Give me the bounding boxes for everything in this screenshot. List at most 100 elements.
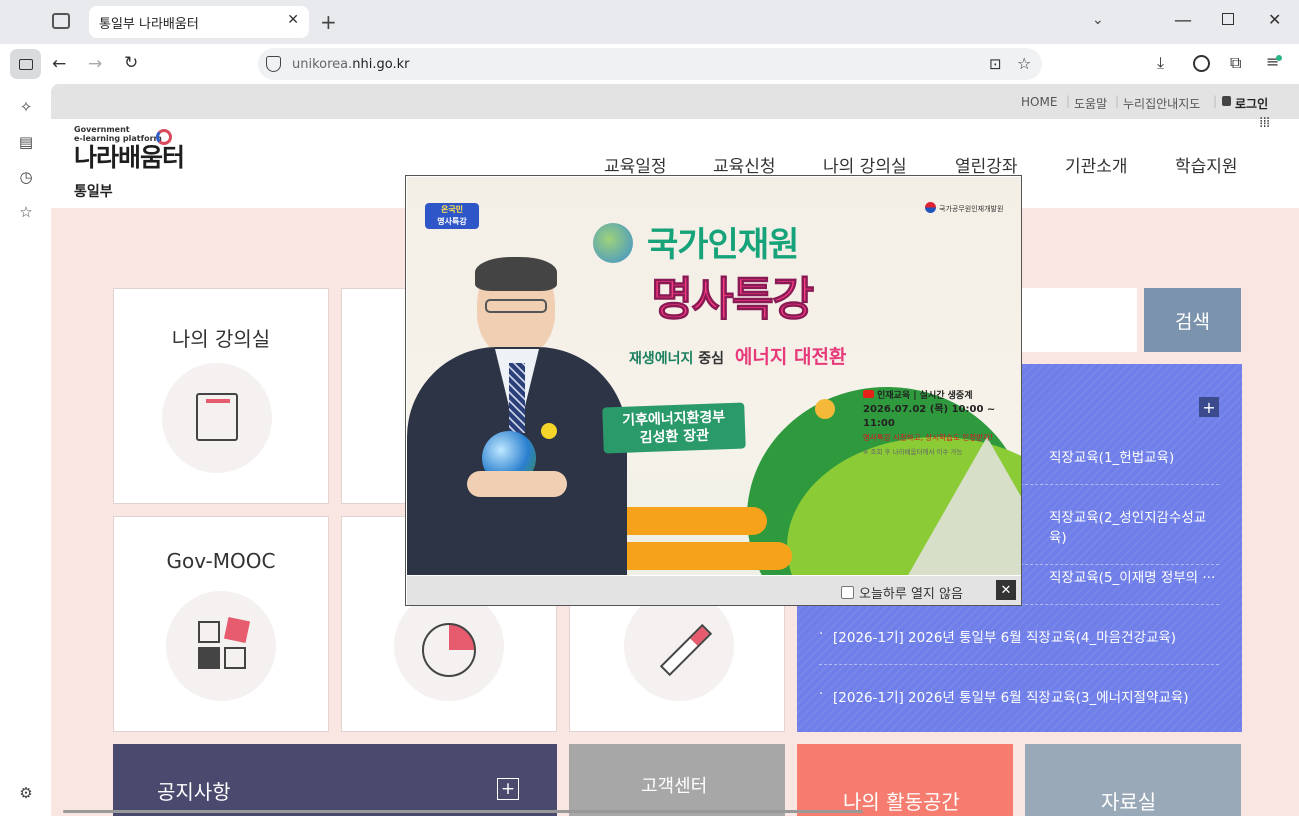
logo-name: 나라배움터 <box>74 143 185 172</box>
tab-search-icon[interactable] <box>52 13 70 29</box>
mooc-blocks-icon <box>198 616 251 673</box>
gnb-item[interactable]: 학습지원 <box>1175 152 1238 177</box>
youtube-icon <box>863 390 874 398</box>
extensions-icon[interactable]: ⧉ <box>1230 53 1241 73</box>
search-button[interactable]: 검색 <box>1144 288 1241 352</box>
reload-icon[interactable]: ↻ <box>124 53 138 73</box>
list-item[interactable]: · [2026-1기] 2026년 통일부 6월 직장교육(3_에너지절약교육) <box>819 686 1219 724</box>
minimize-icon[interactable]: — <box>1174 10 1192 31</box>
notice-text: 직장교육(5_이재명 정부의 ··· <box>1049 570 1216 586</box>
gnb-item[interactable]: 기관소개 <box>1065 152 1128 177</box>
subtitle-b: 중심 <box>698 351 725 367</box>
lock-icon <box>1222 96 1231 106</box>
live-info: 인재교육 | 실시간 생중계 2026.07.02 (목) 10:00 ~ 11… <box>863 389 1021 459</box>
account-icon[interactable] <box>1193 55 1210 72</box>
badge: 온국민 명사특강 <box>425 203 479 229</box>
card-my-classroom[interactable]: 나의 강의실 <box>113 288 329 504</box>
activity-tile[interactable]: 나의 활동공간 <box>797 744 1013 816</box>
list-item[interactable]: · [2026-1기] 2026년 통일부 6월 직장교육(4_마음건강교육) <box>819 626 1219 665</box>
pie-chart-icon <box>422 623 476 677</box>
gnb-item[interactable]: 나의 강의실 <box>823 152 907 177</box>
address-bar[interactable]: unikorea. nhi.go.kr ⊡ ☆ <box>258 48 1042 80</box>
popup-banner-image[interactable]: 온국민 명사특강 국가공무원인재개발원 국가인재원 명사특강 재생에너지 중심 … <box>407 177 1021 575</box>
card-gov-mooc[interactable]: Gov-MOOC <box>113 516 329 732</box>
window-close-icon[interactable]: ✕ <box>1268 10 1281 29</box>
notice-text: [2026-1기] 2026년 통일부 6월 직장교육(4_마음건강교육) <box>833 630 1177 646</box>
sidebar-toggle-icon[interactable] <box>10 49 41 79</box>
divider: | <box>1115 94 1120 108</box>
card-title: 나의 강의실 <box>171 327 271 351</box>
home-link[interactable]: HOME <box>1021 95 1057 109</box>
notice-text: [2026-1기] 2026년 통일부 6월 직장교육(3_에너지절약교육) <box>833 690 1189 706</box>
subtitle-c: 에너지 대전환 <box>734 346 847 368</box>
browser-tabstrip: 통일부 나라배움터 ✕ + ⌄ — ✕ <box>0 0 1299 44</box>
live-label: 인재교육 | 실시간 생중계 <box>877 391 973 401</box>
popup-title2: 명사특강 <box>650 272 814 327</box>
bookmark-star-icon[interactable]: ☆ <box>1017 54 1031 73</box>
horizontal-scrollbar[interactable] <box>63 810 863 813</box>
notice-text: 직장교육(2_성인지감수성교육) <box>1049 510 1207 546</box>
browser-tab[interactable]: 통일부 나라배움터 ✕ <box>89 6 309 38</box>
reading-list-icon[interactable]: ▤ <box>15 131 37 153</box>
speaker-hands <box>467 471 567 497</box>
search-input[interactable] <box>1015 288 1137 352</box>
event-popup: 온국민 명사특강 국가공무원인재개발원 국가인재원 명사특강 재생에너지 중심 … <box>405 175 1022 606</box>
sun-deco <box>815 399 835 419</box>
all-menu-grid-icon[interactable]: ⁞⁞⁞ <box>1259 116 1270 130</box>
subtitle-a: 재생에너지 <box>629 351 694 367</box>
update-dot <box>1276 55 1282 61</box>
site-info-icon[interactable] <box>266 56 281 72</box>
badge-top: 온국민 <box>440 205 464 214</box>
settings-gear-icon[interactable]: ⚙ <box>15 782 37 804</box>
help-link[interactable]: 도움말 <box>1074 95 1107 112</box>
ai-sparkle-icon[interactable]: ✧ <box>15 96 37 118</box>
popup-subtitle: 재생에너지 중심 에너지 대전환 <box>629 342 846 369</box>
speaker-tie <box>509 363 525 433</box>
more-plus-icon[interactable]: + <box>1199 397 1219 417</box>
speaker-photo <box>407 257 627 575</box>
url-host-main: nhi.go.kr <box>352 56 410 72</box>
popup-footer: 오늘하루 열지 않음 ✕ <box>407 576 1021 605</box>
chevron-down-icon[interactable]: ⌄ <box>1092 12 1104 28</box>
tile-title: 공지사항 <box>157 780 231 804</box>
history-icon[interactable]: ◷ <box>15 166 37 188</box>
divider: | <box>1066 94 1071 108</box>
bookmarks-icon[interactable]: ☆ <box>15 201 37 223</box>
live-note2: ※ 조회 후 나라배움터에서 이수 가능 <box>863 448 963 456</box>
divider: | <box>1213 94 1218 108</box>
popup-title1: 국가인재원 <box>647 225 799 265</box>
popup-close-button[interactable]: ✕ <box>996 580 1016 600</box>
logo-accent <box>156 129 172 145</box>
browser-sidebar: ✧ ▤ ◷ ☆ ⚙ <box>0 84 51 816</box>
live-datetime: 2026.07.02 (목) 10:00 ~ 11:00 <box>863 404 996 429</box>
dont-show-today[interactable]: 오늘하루 열지 않음 <box>841 583 963 602</box>
search-button-label: 검색 <box>1175 310 1210 333</box>
bullet: · <box>819 686 824 702</box>
install-app-icon[interactable]: ⊡ <box>989 55 1002 73</box>
live-note1: 명사특강 시청하고, 상시학습도 인정받자! <box>863 433 993 442</box>
pin-badge <box>541 423 557 439</box>
forward-icon[interactable]: → <box>88 54 102 74</box>
back-icon[interactable]: ← <box>52 54 66 74</box>
url-host-pre: unikorea. <box>292 56 353 72</box>
gnb-item[interactable]: 열린강좌 <box>955 152 1018 177</box>
taegeuk-icon <box>925 202 936 213</box>
speaker-label: 기후에너지환경부 김성환 장관 <box>602 402 746 454</box>
card-title: Gov-MOOC <box>166 549 276 573</box>
close-tab-icon[interactable]: ✕ <box>287 12 299 28</box>
notice-board-tile[interactable]: 공지사항 + <box>113 744 557 816</box>
login-link[interactable]: 로그인 <box>1235 95 1268 112</box>
speaker-hair <box>475 257 557 291</box>
library-tile[interactable]: 자료실 <box>1025 744 1241 816</box>
sitemap-link[interactable]: 누리집안내지도 <box>1123 95 1200 112</box>
org-label: 국가공무원인재개발원 <box>939 205 1004 213</box>
dont-show-checkbox[interactable] <box>841 586 854 599</box>
more-plus-icon[interactable]: + <box>497 778 519 800</box>
gnb-item[interactable]: 교육일정 <box>604 152 667 177</box>
download-icon[interactable]: ⤓ <box>1157 53 1164 73</box>
gnb-item[interactable]: 교육신청 <box>713 152 776 177</box>
notice-text: 직장교육(1_헌법교육) <box>1049 450 1175 466</box>
maximize-icon[interactable] <box>1222 13 1234 25</box>
support-tile[interactable]: 고객센터 <box>569 744 785 816</box>
new-tab-icon[interactable]: + <box>320 10 337 34</box>
